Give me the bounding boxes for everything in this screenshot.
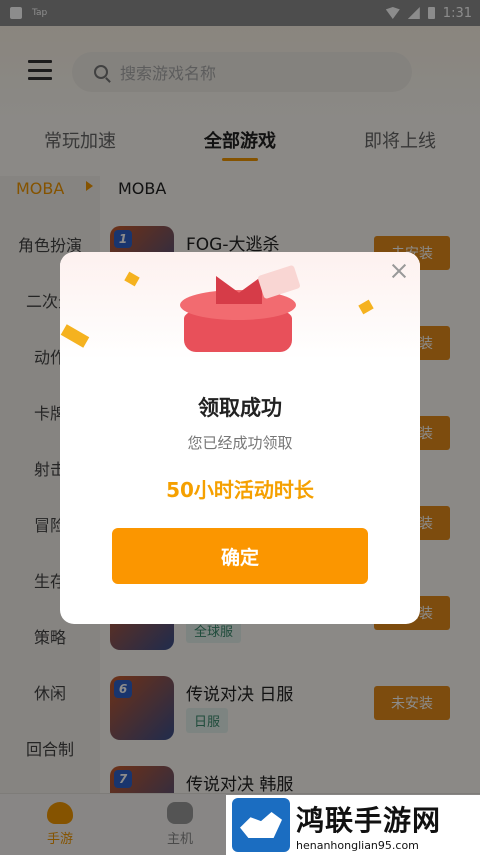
reward-text: 50小时活动时长 <box>166 478 314 502</box>
watermark-text: 鸿联手游网 henanhonglian95.com <box>296 799 441 852</box>
dialog-banner <box>60 252 420 360</box>
gift-box-icon <box>180 264 301 356</box>
watermark-url: henanhonglian95.com <box>296 838 419 852</box>
watermark: 鸿联手游网 henanhonglian95.com <box>226 795 480 855</box>
confetti <box>60 324 90 348</box>
reward-dialog: 领取成功 您已经成功领取 50小时活动时长 确定 <box>60 252 420 624</box>
watermark-logo <box>232 798 290 852</box>
dialog-subtitle: 您已经成功领取 <box>187 434 293 452</box>
confirm-button[interactable]: 确定 <box>112 528 368 584</box>
watermark-brand: 鸿联手游网 <box>296 803 442 837</box>
confetti <box>124 271 140 287</box>
close-icon[interactable] <box>390 262 408 280</box>
confetti <box>358 299 374 315</box>
dialog-title: 领取成功 <box>198 396 282 420</box>
